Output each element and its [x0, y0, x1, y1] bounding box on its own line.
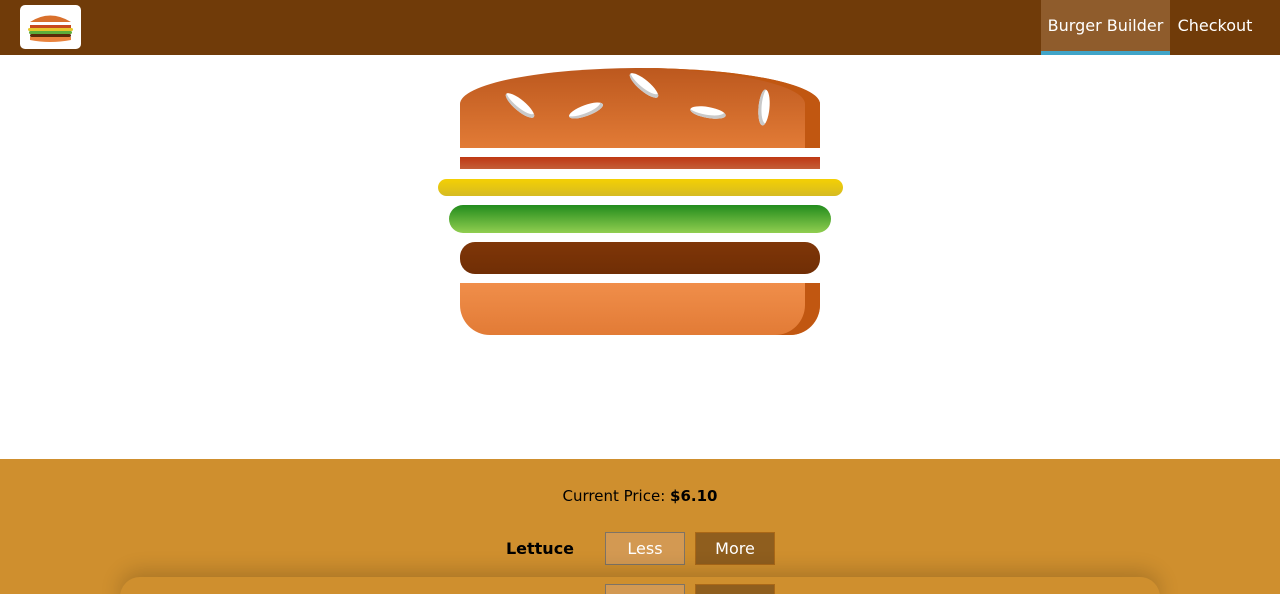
cheese-layer [438, 179, 843, 196]
toolbar: Burger Builder Checkout [0, 0, 1280, 55]
control-label-lettuce: Lettuce [505, 539, 575, 558]
build-controls: Current Price: $6.10 Lettuce Less More [0, 459, 1280, 594]
sesame-seed [502, 89, 538, 122]
sesame-seed [626, 69, 662, 102]
burger-logo-icon[interactable] [20, 5, 81, 49]
current-price: Current Price: $6.10 [0, 487, 1280, 505]
lettuce-less-button[interactable]: Less [605, 532, 685, 565]
next-less-button[interactable] [605, 584, 685, 594]
nav-checkout[interactable]: Checkout [1170, 0, 1260, 55]
bread-bottom [460, 283, 820, 335]
salad-layer [449, 205, 831, 233]
lettuce-more-button[interactable]: More [695, 532, 775, 565]
bacon-layer [460, 157, 820, 169]
sesame-seed [689, 103, 727, 122]
burger-preview [0, 55, 1280, 459]
next-more-button[interactable] [695, 584, 775, 594]
price-label: Current Price: [562, 487, 666, 505]
price-value: $6.10 [670, 487, 718, 505]
sesame-seed [756, 89, 772, 126]
nav-burger-builder[interactable]: Burger Builder [1041, 0, 1170, 55]
sesame-seed [567, 99, 605, 122]
bread-top [460, 68, 820, 148]
meat-layer [460, 242, 820, 274]
